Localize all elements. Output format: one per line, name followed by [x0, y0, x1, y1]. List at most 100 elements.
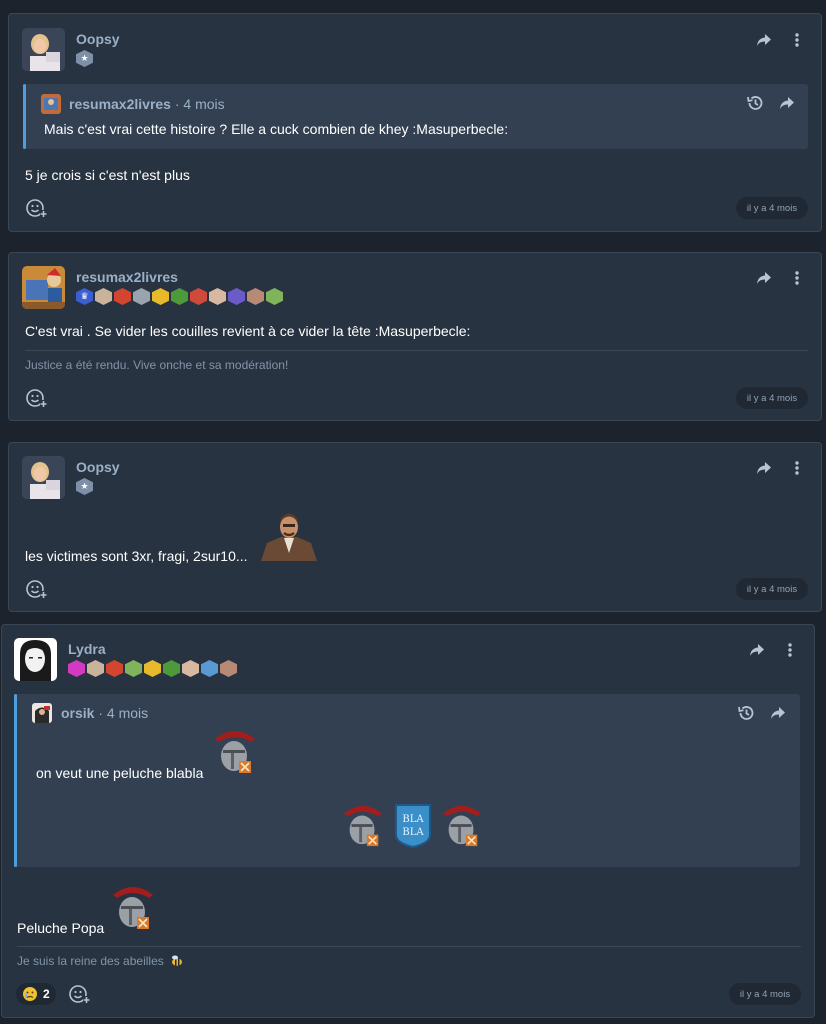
man-in-suit-sticker — [257, 511, 321, 566]
quote-author[interactable]: orsik · 4 mois — [61, 705, 148, 721]
post-body: Peluche Popa — [17, 920, 105, 936]
history-icon — [747, 96, 763, 110]
reaction-count: 2 — [43, 987, 50, 1001]
smiley-badge-icon — [152, 288, 169, 305]
reaction-chip[interactable]: 2 — [16, 983, 56, 1005]
post-body: C'est vrai . Se vider les couilles revie… — [25, 323, 471, 339]
share-arrow-icon — [771, 707, 785, 719]
helmet-badge-icon — [220, 660, 237, 677]
post-card: Oopsy ★ resumax2livres · 4 mois Mais c'e… — [8, 13, 822, 232]
add-reaction-icon — [69, 985, 90, 1003]
vertical-dots-icon — [795, 271, 799, 285]
roman-helmet-sticker — [212, 727, 258, 782]
author-name[interactable]: Oopsy — [76, 459, 120, 475]
vertical-dots-icon — [795, 33, 799, 47]
post-timestamp: il y a 4 mois — [729, 983, 801, 1005]
add-reaction-button[interactable] — [68, 983, 90, 1005]
avatar[interactable] — [22, 266, 65, 309]
svg-text:BLA: BLA — [402, 827, 424, 838]
avatar[interactable] — [22, 28, 65, 71]
post-timestamp: il y a 4 mois — [736, 197, 808, 219]
badge-list: ★ — [76, 478, 93, 495]
badge-list: ★ — [76, 50, 93, 67]
flame-badge-icon — [114, 288, 131, 305]
quote-author-name[interactable]: orsik — [61, 705, 94, 721]
purple-badge-icon — [228, 288, 245, 305]
quote-time: · 4 mois — [174, 96, 225, 112]
author-name[interactable]: Oopsy — [76, 31, 120, 47]
vertical-dots-icon — [795, 461, 799, 475]
history-button[interactable] — [735, 702, 757, 724]
menu-button[interactable] — [786, 267, 808, 289]
quote-share-button[interactable] — [767, 702, 789, 724]
green-badge-icon — [163, 660, 180, 677]
add-reaction-button[interactable] — [25, 578, 47, 600]
post-card: Oopsy ★ les victimes sont 3xr, fragi, 2s… — [8, 442, 822, 612]
quote-author-name[interactable]: resumax2livres — [69, 96, 171, 112]
vertical-dots-icon — [788, 643, 792, 657]
quote-avatar[interactable] — [32, 703, 52, 723]
quote-block: resumax2livres · 4 mois Mais c'est vrai … — [23, 84, 808, 149]
signature: Je suis la reine des abeilles — [17, 954, 183, 968]
add-reaction-icon — [26, 199, 47, 217]
quote-avatar[interactable] — [41, 94, 61, 114]
post-timestamp: il y a 4 mois — [736, 387, 808, 409]
avatar[interactable] — [14, 638, 57, 681]
crown-badge-icon: ♛ — [76, 288, 93, 305]
signature-text: Je suis la reine des abeilles — [17, 954, 164, 968]
add-reaction-button[interactable] — [25, 197, 47, 219]
green-badge-icon — [171, 288, 188, 305]
penguin-badge-icon — [201, 660, 218, 677]
signature-divider — [17, 946, 801, 947]
avatar[interactable] — [22, 456, 65, 499]
post-body: 5 je crois si c'est n'est plus — [25, 167, 190, 183]
quote-share-button[interactable] — [776, 92, 798, 114]
post-timestamp: il y a 4 mois — [736, 578, 808, 600]
roman-helmet-sticker — [440, 802, 484, 855]
share-button[interactable] — [753, 29, 775, 51]
author-name[interactable]: Lydra — [68, 641, 106, 657]
flame-badge-icon — [106, 660, 123, 677]
elf-badge-icon — [266, 288, 283, 305]
quote-author[interactable]: resumax2livres · 4 mois — [69, 96, 225, 112]
bee-icon — [172, 955, 183, 966]
share-button[interactable] — [753, 457, 775, 479]
badge-list: ♛ — [76, 288, 283, 305]
add-reaction-icon — [26, 389, 47, 407]
share-button[interactable] — [753, 267, 775, 289]
elf-badge-icon — [125, 660, 142, 677]
smiley-badge-icon — [144, 660, 161, 677]
share-arrow-icon — [757, 462, 771, 474]
quote-bar — [23, 84, 26, 149]
author-name[interactable]: resumax2livres — [76, 269, 178, 285]
history-button[interactable] — [744, 92, 766, 114]
menu-button[interactable] — [779, 639, 801, 661]
star-badge-icon: ★ — [76, 50, 93, 67]
signature: Justice a été rendu. Vive onche et sa mo… — [25, 358, 289, 372]
bald-face-badge-icon — [209, 288, 226, 305]
roman-helmet-sticker — [110, 883, 156, 938]
blabla-logo-sticker: BLA BLA — [392, 803, 434, 854]
share-arrow-icon — [780, 97, 794, 109]
quote-block: orsik · 4 mois on veut une peluche blabl… — [14, 694, 800, 867]
crying-face-icon — [23, 987, 37, 1001]
roman-helmet-sticker — [341, 802, 385, 855]
robot-badge-icon — [133, 288, 150, 305]
share-arrow-icon — [757, 272, 771, 284]
post-card: Lydra orsik · 4 mois on veut une peluche — [1, 624, 815, 1018]
menu-button[interactable] — [786, 29, 808, 51]
quote-text: on veut une peluche blabla — [36, 765, 204, 781]
share-button[interactable] — [746, 639, 768, 661]
signature-divider — [25, 350, 808, 351]
history-icon — [738, 706, 754, 720]
quote-bar — [14, 694, 17, 867]
add-reaction-button[interactable] — [25, 387, 47, 409]
add-reaction-icon — [26, 580, 47, 598]
menu-button[interactable] — [786, 457, 808, 479]
red-face-badge-icon — [190, 288, 207, 305]
helmet-badge-icon — [247, 288, 264, 305]
svg-text:BLA: BLA — [402, 814, 424, 825]
quote-text: Mais c'est vrai cette histoire ? Elle a … — [44, 121, 509, 137]
quote-time: · 4 mois — [98, 705, 149, 721]
post-card: resumax2livres ♛ C'est vrai . Se vider l… — [8, 252, 822, 421]
